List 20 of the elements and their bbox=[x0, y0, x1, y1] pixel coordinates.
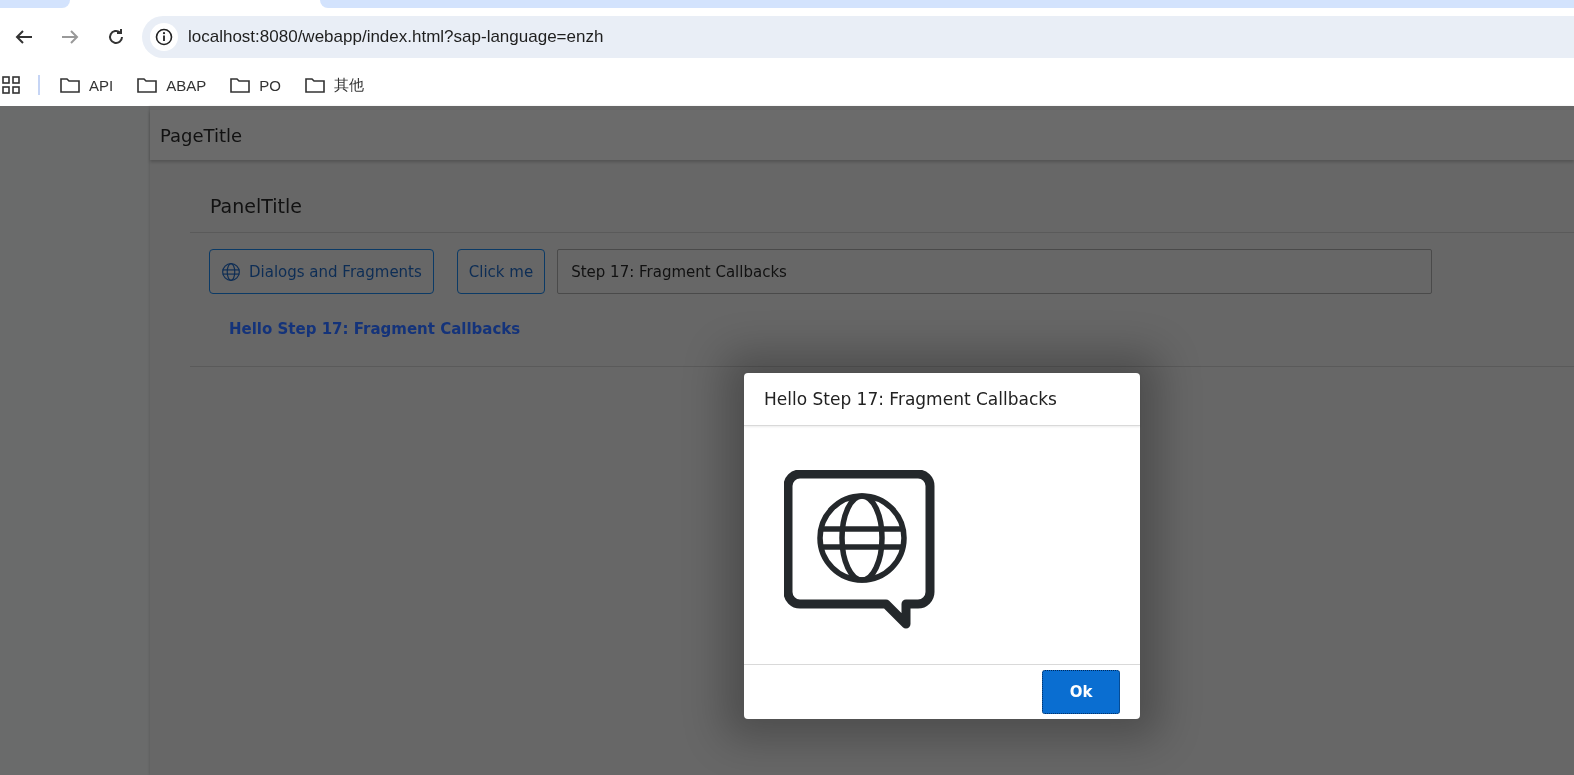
folder-icon bbox=[60, 77, 80, 93]
panel-title: PanelTitle bbox=[210, 195, 302, 217]
folder-icon bbox=[304, 77, 325, 93]
greeting-text: Hello Step 17: Fragment Callbacks bbox=[229, 320, 521, 338]
reload-icon[interactable] bbox=[107, 28, 125, 46]
forward-icon[interactable] bbox=[61, 29, 79, 45]
page-title: PageTitle bbox=[160, 124, 243, 146]
apps-icon[interactable] bbox=[2, 76, 20, 94]
info-icon[interactable] bbox=[155, 28, 173, 46]
address-bar[interactable]: localhost:8080/webapp/index.html?sap-language=enzh bbox=[142, 16, 1574, 58]
bookmark-item[interactable]: PO bbox=[230, 76, 281, 94]
dialog-title: Hello Step 17: Fragment Callbacks bbox=[764, 389, 1057, 409]
ok-button[interactable]: Ok bbox=[1042, 670, 1120, 714]
bookmark-item[interactable]: API bbox=[60, 76, 114, 94]
back-icon[interactable] bbox=[15, 29, 33, 45]
folder-icon bbox=[137, 77, 158, 93]
globe-icon bbox=[221, 261, 241, 282]
bookmark-item[interactable]: ABAP bbox=[137, 76, 207, 94]
folder-icon bbox=[230, 77, 251, 93]
bookmark-item[interactable]: 其他 bbox=[304, 75, 364, 95]
